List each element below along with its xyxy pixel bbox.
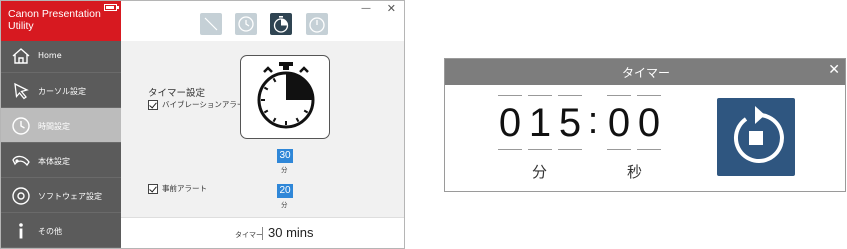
vibration-minutes-unit: 分 [281, 166, 288, 174]
sidebar-item-home[interactable]: Home [1, 38, 121, 73]
minimize-button[interactable]: — [361, 3, 371, 14]
sidebar-item-label: ソフトウェア設定 [38, 192, 102, 201]
vibration-alert-checkbox[interactable] [148, 99, 158, 110]
minutes-hundreds-digit: 0 [498, 95, 522, 150]
presentation-utility-window: Canon Presentation Utility Home カーソル設定 時… [0, 0, 405, 249]
battery-icon [104, 4, 119, 11]
info-icon [19, 223, 23, 239]
timer-titlebar: タイマー ✕ [445, 59, 845, 85]
sidebar-nav: Home カーソル設定 時間設定 本体設定 ソフトウェア設定 その他 [1, 38, 121, 248]
timer-summary-value: 30 mins [268, 225, 314, 240]
reset-button[interactable] [717, 98, 795, 176]
sidebar-item-other[interactable]: その他 [1, 213, 121, 248]
divider [262, 227, 263, 240]
seconds-tens-digit: 0 [607, 95, 631, 150]
vibration-alert-row: バイブレーションアラート [148, 99, 252, 110]
seconds-ones-digit: 0 [637, 95, 661, 150]
sidebar-item-label: カーソル設定 [38, 87, 86, 96]
digit-bottom-rule [558, 149, 582, 150]
digit-bottom-rule [607, 149, 631, 150]
main-panel: — ✕ タイマー設定 バイブレーションアラート 30 分 事前アラート 20 分… [121, 1, 404, 248]
digit-top-rule [607, 95, 631, 96]
mode-button-off[interactable] [200, 13, 222, 35]
advance-minutes-field[interactable]: 20 [277, 184, 293, 198]
sidebar-item-cursor[interactable]: カーソル設定 [1, 73, 121, 108]
timer-window: タイマー ✕ 0 1 5 : 0 0 分 秒 [444, 58, 846, 192]
clock-icon [12, 117, 30, 135]
disc-icon [12, 187, 30, 205]
advance-minutes-unit: 分 [281, 201, 288, 209]
reset-icon [734, 106, 784, 163]
digit-top-rule [528, 95, 552, 96]
home-icon [12, 48, 30, 64]
sidebar-item-software[interactable]: ソフトウェア設定 [1, 178, 121, 213]
mode-button-stopwatch[interactable] [270, 13, 292, 35]
digit-value: 0 [607, 101, 631, 145]
mode-button-timer[interactable] [306, 13, 328, 35]
sidebar-item-device[interactable]: 本体設定 [1, 143, 121, 178]
digit-bottom-rule [498, 149, 522, 150]
elapsed-sector [286, 73, 313, 100]
vibration-minutes-field[interactable]: 30 [277, 149, 293, 163]
digit-value: 1 [528, 101, 552, 145]
seconds-unit-label: 秒 [627, 163, 643, 181]
stopwatch-icon [273, 16, 289, 33]
section-title: タイマー設定 [148, 88, 206, 99]
advance-alert-row: 事前アラート [148, 183, 207, 194]
mode-button-clock[interactable] [235, 13, 257, 35]
digit-bottom-rule [528, 149, 552, 150]
digit-top-rule [558, 95, 582, 96]
sidebar-item-time[interactable]: 時間設定 [1, 108, 121, 143]
sidebar-item-label: Home [38, 51, 62, 60]
app-header: Canon Presentation Utility [1, 1, 121, 41]
timer-window-title: タイマー [621, 66, 670, 80]
app-title: Canon Presentation Utility [8, 8, 101, 32]
timer-summary-bar: タイマー 30 mins [121, 217, 404, 248]
timer-close-button[interactable]: ✕ [828, 62, 840, 78]
sidebar-item-label: その他 [38, 227, 62, 236]
vibration-alert-label: バイブレーションアラート [162, 100, 252, 109]
cursor-icon [14, 82, 29, 100]
stopwatch-icon [257, 62, 315, 129]
device-icon [12, 155, 30, 167]
stopwatch-graphic [240, 55, 330, 139]
clock-icon [238, 16, 254, 32]
slash-icon [204, 17, 218, 31]
advance-alert-label: 事前アラート [162, 184, 207, 193]
sidebar-item-label: 時間設定 [38, 122, 70, 131]
digit-value: 5 [558, 101, 582, 145]
mode-toolbar: — ✕ [121, 1, 404, 41]
sidebar-item-label: 本体設定 [38, 157, 70, 166]
advance-alert-checkbox[interactable] [148, 183, 158, 194]
digit-top-rule [637, 95, 661, 96]
minutes-ones-digit: 5 [558, 95, 582, 150]
time-colon: : [587, 100, 599, 142]
timer-icon [309, 17, 325, 33]
minutes-tens-digit: 1 [528, 95, 552, 150]
close-button[interactable]: ✕ [387, 2, 396, 15]
minutes-unit-label: 分 [532, 163, 548, 181]
digit-top-rule [498, 95, 522, 96]
digit-value: 0 [498, 101, 522, 145]
digit-bottom-rule [637, 149, 661, 150]
timer-summary-label: タイマー [235, 231, 263, 239]
digit-value: 0 [637, 101, 661, 145]
sidebar: Canon Presentation Utility Home カーソル設定 時… [1, 1, 121, 248]
